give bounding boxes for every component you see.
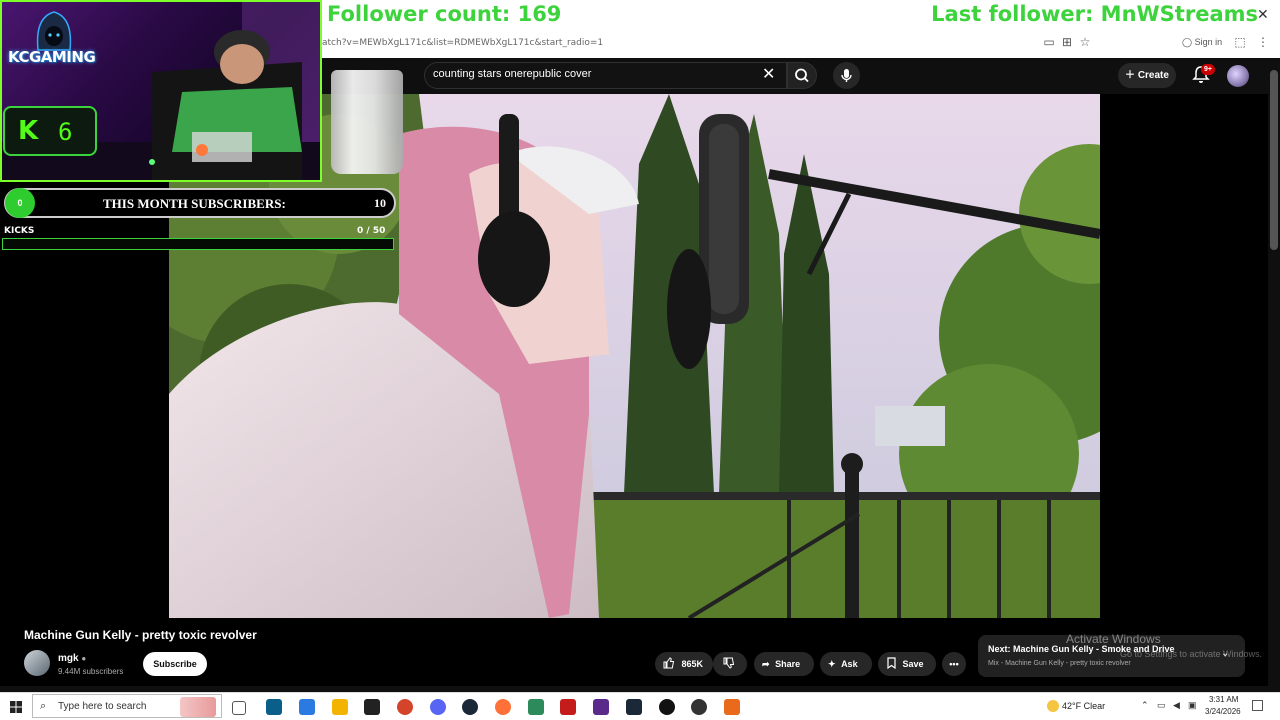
epic-games-icon[interactable] [364,699,380,715]
create-label: Create [1137,70,1169,81]
channel-name-label: mgk [58,653,79,664]
app-install-icon[interactable]: ⊞ [1060,35,1074,49]
subscribe-button[interactable]: Subscribe [143,652,207,676]
more-horizontal-icon: ••• [949,659,959,669]
adobe-icon[interactable] [560,699,576,715]
create-button[interactable]: ＋ Create [1118,63,1176,88]
display-icon[interactable]: ▣ [1188,700,1197,711]
subscriber-goal-label: THIS MONTH SUBSCRIBERS: [103,196,286,211]
like-count: 865K [681,659,704,669]
search-highlight-image [180,697,216,717]
sign-in-button[interactable]: ◯ Sign in [1182,37,1222,48]
app-icon-3[interactable] [397,699,413,715]
firefox-icon[interactable] [495,699,511,715]
steam-client-icon[interactable] [626,699,642,715]
save-label: Save [902,659,924,669]
menu-icon[interactable]: ⋮ [1256,35,1270,49]
thumbs-down-icon [723,657,735,669]
app-icon-6[interactable] [659,699,675,715]
subscriber-goal-badge: 0 [5,188,35,218]
account-avatar[interactable] [1227,65,1249,87]
search-button[interactable] [787,62,817,89]
app-icon-4[interactable] [528,699,544,715]
extensions-icon[interactable]: ⬚ [1233,35,1247,49]
sign-in-label: Sign in [1194,37,1223,47]
start-button[interactable] [10,700,22,718]
ask-label: Ask [841,659,858,669]
subscriber-goal-count: 10 [374,196,386,210]
weather-moon-icon [1047,700,1059,712]
save-button[interactable]: Save [878,652,936,676]
dislike-button[interactable] [713,652,747,676]
search-query-text: counting stars onerepublic cover [433,68,592,80]
windows-logo-icon [10,701,22,713]
last-follower-text: Last follower: MnWStreams [931,2,1258,26]
app-icon-2[interactable] [299,699,315,715]
follower-count-text: Follower count: 169 [327,2,562,26]
search-icon: ⌕ [40,700,47,712]
kicks-goal-label: KICKS [4,226,35,236]
scrollbar-thumb[interactable] [1270,70,1278,250]
more-actions-button[interactable]: ••• [942,652,966,676]
channel-name[interactable]: mgk ● [58,653,86,664]
kick-logo-icon: K [18,116,39,146]
channel-subscriber-count: 9.44M subscribers [58,667,124,676]
app-icon-8[interactable] [724,699,740,715]
video-title: Machine Gun Kelly - pretty toxic revolve… [24,628,257,642]
ask-button[interactable]: ✦ Ask [820,652,872,676]
notification-count-badge: 9+ [1201,64,1215,75]
voice-search-button[interactable] [833,62,860,89]
taskbar-search-placeholder: Type here to search [58,701,147,712]
weather-status[interactable]: 42°F Clear [1062,701,1105,711]
file-explorer-icon[interactable] [332,699,348,715]
kcgaming-logo-text: KCGAMING [8,48,96,66]
app-icon-5[interactable] [593,699,609,715]
account-icon: ◯ [1182,37,1195,47]
search-icon [795,68,809,83]
picture-in-picture-icon[interactable]: ▭ [1042,35,1056,49]
verified-icon: ● [81,654,87,663]
up-next-subtitle: Mix - Machine Gun Kelly - pretty toxic r… [988,660,1131,667]
volume-icon[interactable]: ◀ [1173,700,1180,711]
system-tray-chevron-icon[interactable]: ⌃ [1141,700,1149,711]
close-icon[interactable]: ✕ [1257,6,1269,23]
like-button[interactable]: 865K [655,652,713,676]
clear-search-icon[interactable]: ✕ [762,64,775,84]
clock-date[interactable]: 3/24/2026 [1205,707,1241,716]
sparkle-icon: ✦ [828,659,836,669]
channel-avatar[interactable] [24,650,50,676]
network-icon[interactable]: ▭ [1157,700,1166,711]
app-icon-1[interactable] [266,699,282,715]
bookmark-star-icon[interactable]: ☆ [1078,35,1092,49]
thumbs-up-icon [663,657,678,669]
share-arrow-icon: ➦ [762,659,770,669]
clock-time[interactable]: 3:31 AM [1209,695,1238,704]
kicks-goal-count: 0 / 50 [357,226,386,236]
share-button[interactable]: ➦ Share [754,652,814,676]
notification-center-icon[interactable] [1252,700,1263,711]
address-bar-url[interactable]: atch?v=MEWbXgL171c&list=RDMEWbXgL171c&st… [322,38,603,48]
glass-cup-image [331,70,403,174]
kicks-goal-bar [2,238,394,250]
activate-windows-hint: Go to Settings to activate Windows. [1120,649,1263,659]
activate-windows-watermark: Activate Windows [1066,632,1161,646]
microphone-icon [841,69,852,82]
kick-viewer-count: 6 [58,118,73,146]
task-view-icon[interactable] [232,701,246,715]
bookmark-icon [887,657,899,670]
app-icon-7[interactable] [691,699,707,715]
steam-icon[interactable] [462,699,478,715]
discord-icon[interactable] [430,699,446,715]
share-label: Share [775,659,801,669]
plus-icon: ＋ [1125,70,1138,81]
